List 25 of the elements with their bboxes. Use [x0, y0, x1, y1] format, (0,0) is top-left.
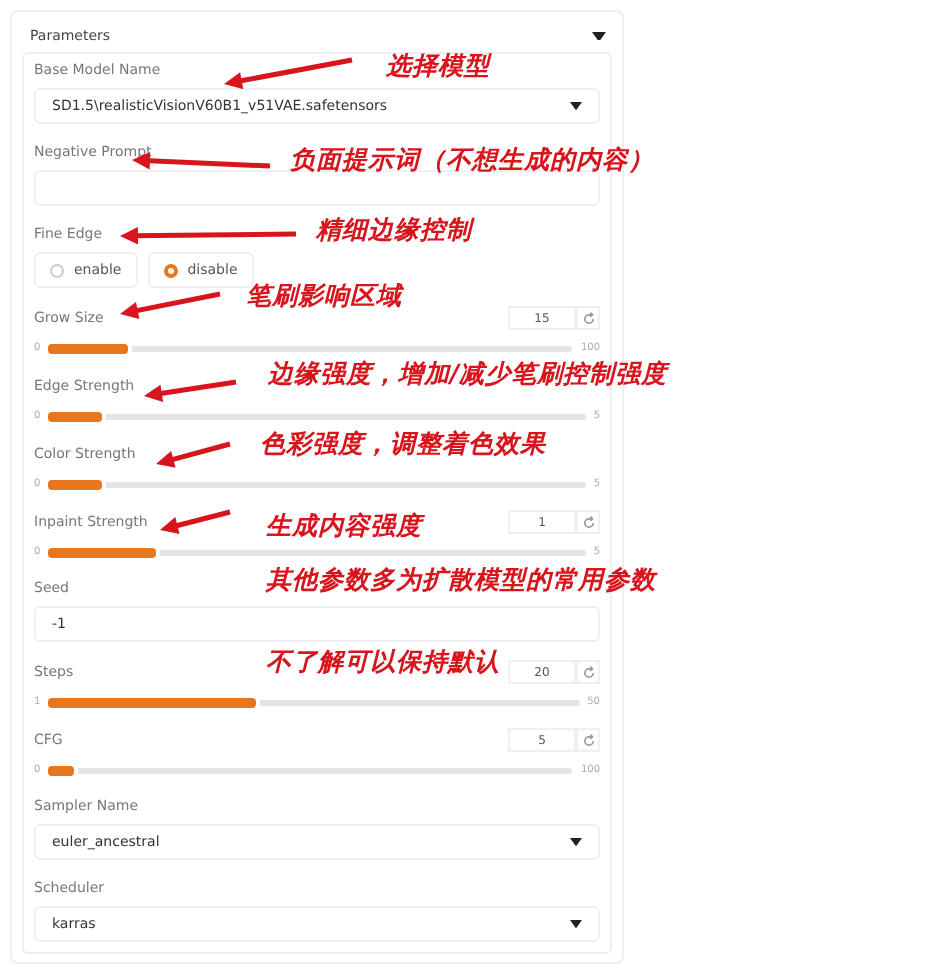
arrow: [224, 57, 353, 90]
annotation-text: 精细边缘控制: [316, 212, 472, 248]
reset-icon: [581, 733, 595, 747]
annotation-text: 生成内容强度: [266, 508, 422, 544]
reset-icon: [581, 515, 595, 529]
arrow: [156, 441, 231, 468]
slider[interactable]: [48, 699, 580, 705]
caret-icon: [570, 919, 582, 929]
annotation-text: 色彩强度，调整着色效果: [260, 426, 546, 462]
annotation-text: 其他参数多为扩散模型的常用参数: [266, 562, 656, 598]
reset-icon: [581, 311, 595, 325]
reset-button[interactable]: [576, 306, 600, 330]
annotation-text: 不了解可以保持默认: [266, 644, 500, 680]
annotation-text: 边缘强度，增加/减少笔刷控制强度: [268, 356, 668, 392]
reset-button[interactable]: [576, 728, 600, 752]
reset-button[interactable]: [576, 510, 600, 534]
arrow: [160, 509, 231, 534]
caret-icon: [570, 101, 582, 111]
reset-button[interactable]: [576, 660, 600, 684]
arrow: [120, 291, 221, 319]
caret-icon: [570, 837, 582, 847]
annotation-text: 选择模型: [386, 48, 490, 84]
reset-icon: [581, 665, 595, 679]
arrow: [144, 379, 237, 402]
annotation-text: 负面提示词（不想生成的内容）: [290, 142, 654, 178]
